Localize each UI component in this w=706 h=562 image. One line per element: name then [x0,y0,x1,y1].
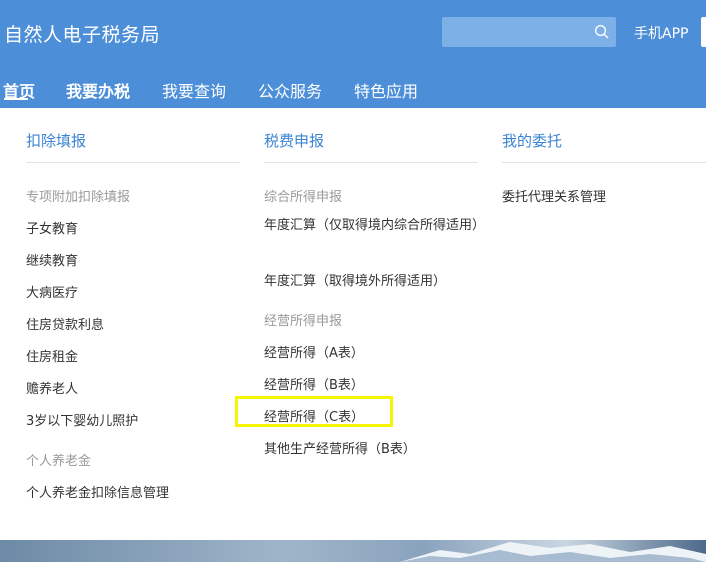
menu-item-elderly-support[interactable]: 赡养老人 [26,378,78,397]
highlight-box [235,396,393,427]
nav-item-handle-tax[interactable]: 我要办税 [66,78,130,102]
nav-item-public-service[interactable]: 公众服务 [258,78,322,102]
nav-active-indicator [4,98,28,100]
header-bar: 自然人电子税务局 手机APP 首页 我要办税 我要查询 公众服务 特色应用 [0,0,706,108]
column-divider [26,162,240,163]
section-heading-comprehensive-income: 综合所得申报 [264,190,343,205]
menu-item-other-business-income-b[interactable]: 其他生产经营所得（B表） [264,438,416,457]
search-input[interactable] [442,17,616,47]
menu-item-agency-management[interactable]: 委托代理关系管理 [502,186,606,205]
menu-item-housing-rent[interactable]: 住房租金 [26,346,78,365]
menu-item-continuing-education[interactable]: 继续教育 [26,250,78,269]
menu-item-pension-deduction[interactable]: 个人养老金扣除信息管理 [26,482,169,501]
menu-item-annual-settlement-overseas[interactable]: 年度汇算（取得境外所得适用） [264,270,446,289]
menu-item-business-income-a[interactable]: 经营所得（A表） [264,342,364,361]
column-title-delegation[interactable]: 我的委托 [502,130,562,151]
section-heading-special-deduction: 专项附加扣除填报 [26,190,131,205]
column-divider [502,162,706,163]
dropdown-menu-panel: 扣除填报 专项附加扣除填报 子女教育 继续教育 大病医疗 住房贷款利息 住房租金… [0,108,706,540]
site-title[interactable]: 自然人电子税务局 [4,20,160,47]
background-banner-image [0,540,706,562]
column-divider [264,162,478,163]
menu-item-children-education[interactable]: 子女教育 [26,218,78,237]
column-title-tax-filing[interactable]: 税费申报 [264,130,324,151]
menu-item-business-income-b[interactable]: 经营所得（B表） [264,374,364,393]
menu-item-serious-illness[interactable]: 大病医疗 [26,282,78,301]
header-right-button[interactable] [701,17,706,47]
mobile-app-link[interactable]: 手机APP [634,23,688,43]
column-title-deduction[interactable]: 扣除填报 [26,130,86,151]
menu-item-annual-settlement-domestic[interactable]: 年度汇算（仅取得境内综合所得适用） [264,216,485,236]
nav-item-featured-apps[interactable]: 特色应用 [354,78,418,102]
search-icon[interactable] [594,24,609,39]
menu-item-infant-care[interactable]: 3岁以下婴幼儿照护 [26,410,138,429]
menu-item-housing-loan-interest[interactable]: 住房贷款利息 [26,314,104,333]
mountain-image [400,542,706,562]
section-heading-personal-pension: 个人养老金 [26,454,92,469]
section-heading-business-income: 经营所得申报 [264,314,343,329]
nav-item-query[interactable]: 我要查询 [162,78,226,102]
